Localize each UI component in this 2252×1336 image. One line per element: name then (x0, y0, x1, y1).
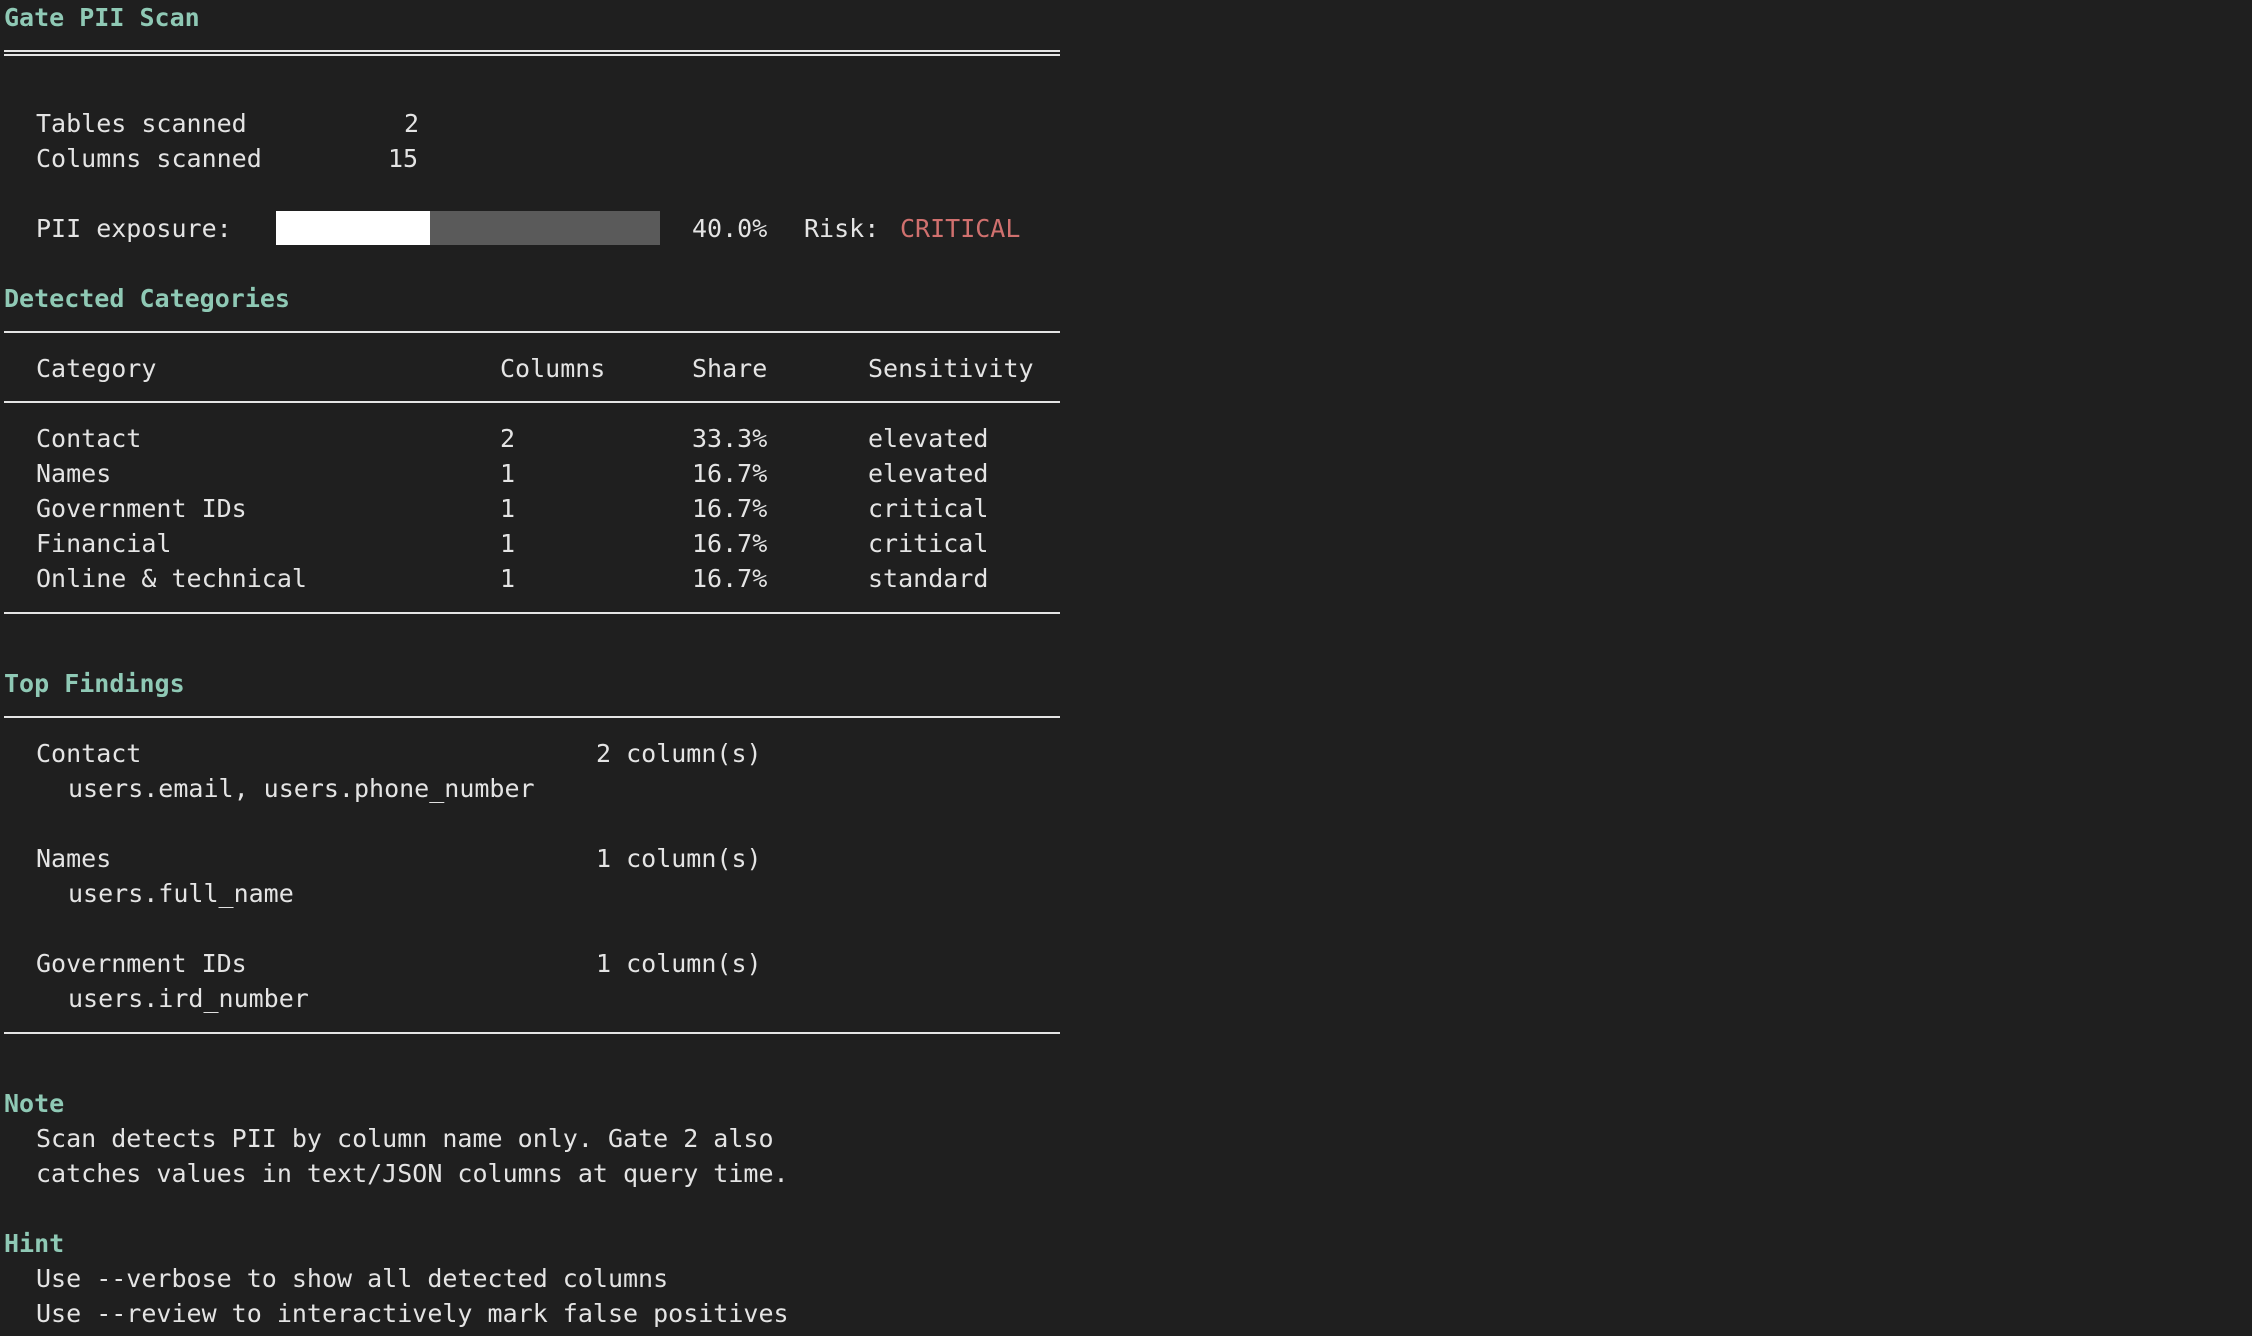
pii-exposure-bar (276, 211, 660, 245)
category-columns: 1 (500, 529, 516, 558)
hint-line: Use --verbose to show all detected colum… (36, 1264, 669, 1293)
category-name: Online & technical (36, 564, 307, 593)
hint-line: Use --review to interactively mark false… (36, 1299, 789, 1328)
finding-category: Contact (36, 739, 142, 768)
scan-title: Gate PII Scan (4, 3, 200, 32)
column-header-category: Category (36, 354, 157, 383)
category-sensitivity: elevated (868, 459, 989, 488)
category-name: Government IDs (36, 494, 247, 523)
category-share: 16.7% (692, 459, 768, 488)
detected-categories-heading: Detected Categories (4, 284, 290, 313)
category-sensitivity: critical (868, 494, 989, 523)
category-columns: 1 (500, 564, 516, 593)
categories-bottom-rule (4, 612, 1060, 614)
category-sensitivity: elevated (868, 424, 989, 453)
findings-top-rule (4, 716, 1060, 718)
category-share: 16.7% (692, 564, 768, 593)
pii-exposure-percent: 40.0% (692, 214, 768, 243)
category-columns: 2 (500, 424, 516, 453)
columns-scanned-label: Columns scanned (36, 144, 262, 173)
columns-scanned-value: 15 (388, 144, 419, 173)
title-double-rule (4, 50, 1060, 56)
category-columns: 1 (500, 494, 516, 523)
finding-category: Names (36, 844, 112, 873)
finding-category: Government IDs (36, 949, 247, 978)
findings-bottom-rule (4, 1032, 1060, 1034)
finding-columns: users.full_name (68, 879, 294, 908)
category-share: 33.3% (692, 424, 768, 453)
tables-scanned-label: Tables scanned (36, 109, 247, 138)
category-name: Contact (36, 424, 142, 453)
category-share: 16.7% (692, 494, 768, 523)
note-line: Scan detects PII by column name only. Ga… (36, 1124, 774, 1153)
category-share: 16.7% (692, 529, 768, 558)
finding-columns: users.ird_number (68, 984, 309, 1013)
pii-exposure-bar-fill (276, 211, 430, 245)
category-columns: 1 (500, 459, 516, 488)
categories-top-rule (4, 331, 1060, 333)
finding-count: 1 column(s) (596, 949, 762, 978)
risk-label: Risk: (804, 214, 880, 243)
hint-heading: Hint (4, 1229, 65, 1258)
category-sensitivity: standard (868, 564, 989, 593)
category-sensitivity: critical (868, 529, 989, 558)
column-header-columns: Columns (500, 354, 606, 383)
category-name: Names (36, 459, 112, 488)
top-findings-heading: Top Findings (4, 669, 185, 698)
note-line: catches values in text/JSON columns at q… (36, 1159, 789, 1188)
categories-header-rule (4, 401, 1060, 403)
risk-value-badge: CRITICAL (900, 214, 1021, 243)
finding-count: 2 column(s) (596, 739, 762, 768)
pii-exposure-label: PII exposure: (36, 214, 232, 243)
finding-columns: users.email, users.phone_number (68, 774, 535, 803)
column-header-share: Share (692, 354, 768, 383)
category-name: Financial (36, 529, 172, 558)
tables-scanned-value: 2 (404, 109, 420, 138)
note-heading: Note (4, 1089, 65, 1118)
finding-count: 1 column(s) (596, 844, 762, 873)
column-header-sensitivity: Sensitivity (868, 354, 1034, 383)
